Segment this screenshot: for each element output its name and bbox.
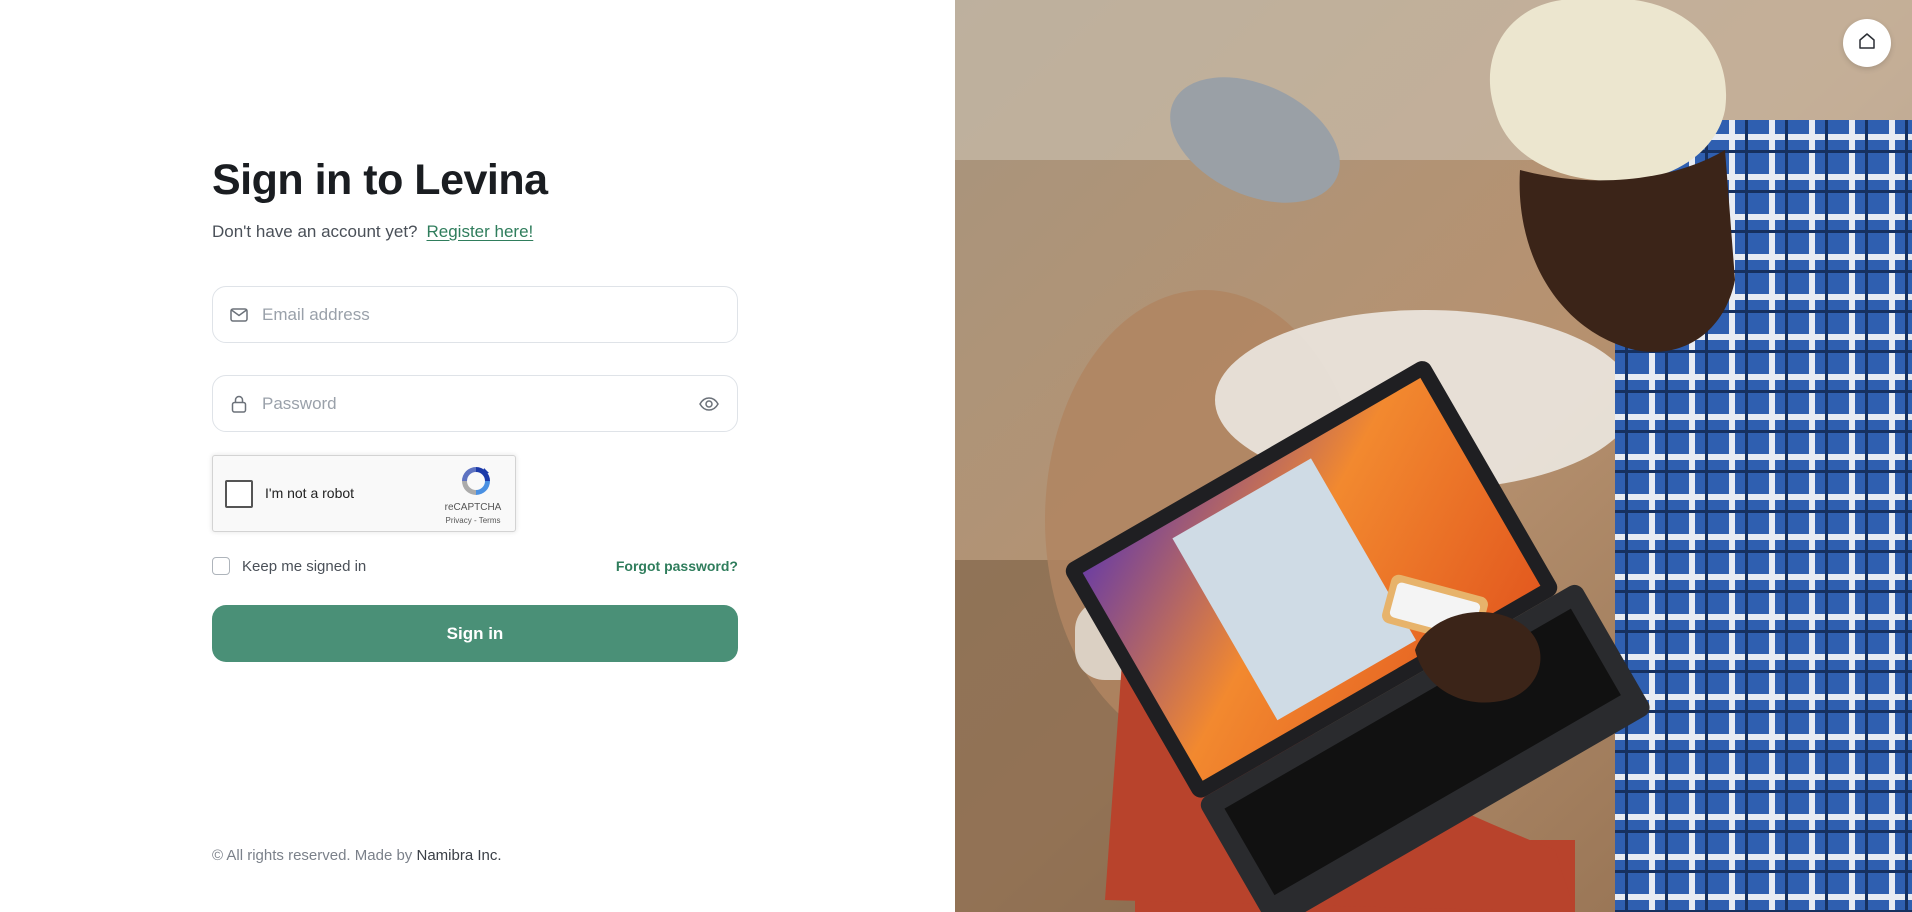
recaptcha-widget: I'm not a robot reCAPTCHA Privacy - Term… bbox=[212, 455, 516, 532]
register-link[interactable]: Register here! bbox=[427, 222, 534, 242]
email-field[interactable] bbox=[212, 286, 738, 343]
home-button[interactable] bbox=[1843, 19, 1891, 67]
recaptcha-links[interactable]: Privacy - Terms bbox=[443, 516, 503, 525]
footer-text: © All rights reserved. Made by bbox=[212, 847, 413, 864]
recaptcha-label: I'm not a robot bbox=[265, 485, 355, 501]
eye-icon[interactable] bbox=[697, 392, 721, 416]
email-input[interactable] bbox=[262, 287, 737, 342]
register-prompt-text: Don't have an account yet? bbox=[212, 222, 418, 241]
lock-icon bbox=[229, 394, 249, 414]
recaptcha-brand: reCAPTCHA bbox=[444, 502, 502, 513]
page-title: Sign in to Levina bbox=[212, 156, 548, 204]
login-form: Sign in to Levina Don't have an account … bbox=[212, 150, 738, 662]
keep-signed-in[interactable]: Keep me signed in bbox=[212, 557, 366, 575]
home-icon bbox=[1858, 32, 1876, 55]
mail-icon bbox=[229, 305, 249, 325]
forgot-password-link[interactable]: Forgot password? bbox=[616, 558, 738, 574]
login-panel: Sign in to Levina Don't have an account … bbox=[0, 0, 955, 912]
footer: © All rights reserved. Made by Namibra I… bbox=[212, 847, 502, 864]
sign-in-button[interactable]: Sign in bbox=[212, 605, 738, 662]
recaptcha-checkbox[interactable] bbox=[225, 480, 253, 508]
keep-signed-in-checkbox[interactable] bbox=[212, 557, 230, 575]
keep-signed-in-label: Keep me signed in bbox=[242, 557, 367, 575]
register-prompt: Don't have an account yet? Register here… bbox=[212, 222, 738, 242]
recaptcha-logo-icon bbox=[459, 464, 493, 498]
form-options: Keep me signed in Forgot password? bbox=[212, 555, 738, 577]
password-input[interactable] bbox=[262, 376, 697, 431]
password-field[interactable] bbox=[212, 375, 738, 432]
footer-company-link[interactable]: Namibra Inc. bbox=[416, 847, 501, 864]
hero-photo bbox=[955, 0, 1912, 912]
hero-image bbox=[955, 0, 1912, 912]
